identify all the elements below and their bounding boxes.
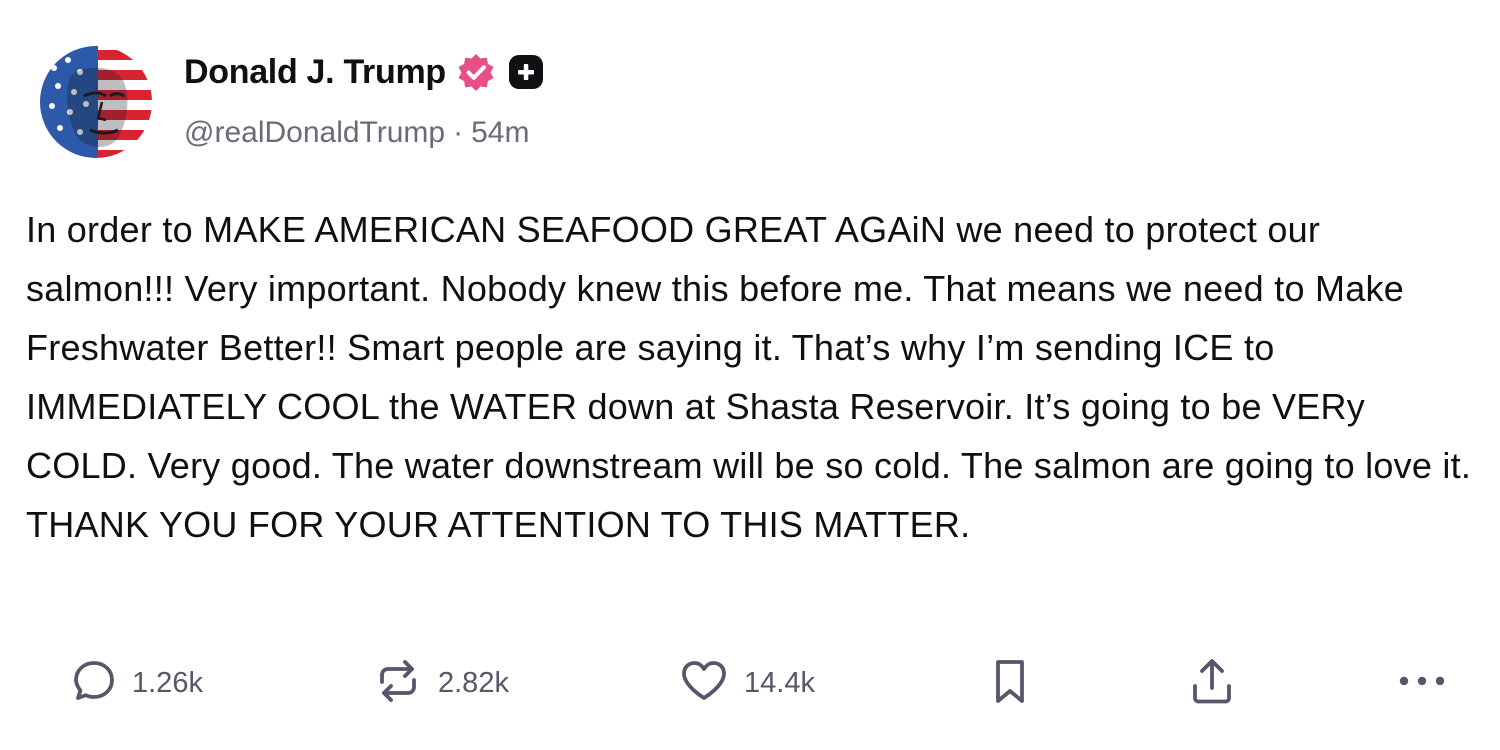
author-handle-row: @realDonaldTrump · 54m [184,116,529,150]
bookmark-button[interactable] [986,658,1034,708]
post-text: In order to MAKE AMERICAN SEAFOOD GREAT … [26,209,1472,545]
retruth-button[interactable]: 2.82k [372,658,509,708]
author-handle[interactable]: @realDonaldTrump [184,116,445,149]
flag-portrait-avatar [40,46,152,158]
reply-button[interactable]: 1.26k [70,658,203,708]
heart-icon [678,655,730,712]
bookmark-icon [986,655,1034,712]
reply-count: 1.26k [132,666,203,699]
retruth-count: 2.82k [438,666,509,699]
author-display-name[interactable]: Donald J. Trump [184,53,446,92]
verified-badge-icon [456,52,496,92]
like-count: 14.4k [744,666,815,699]
post-card: Donald J. Trump @realDonaldTrump · 54m In … [0,0,1500,750]
like-button[interactable]: 14.4k [678,658,815,708]
author-avatar[interactable] [40,46,152,158]
more-icon [1394,671,1450,696]
share-button[interactable] [1186,658,1238,708]
author-name-row: Donald J. Trump [184,50,546,94]
post-timestamp[interactable]: 54m [471,116,529,149]
post-actions-bar: 1.26k 2.82k 14.4k [0,650,1500,720]
retruth-icon [372,655,424,712]
meta-separator: · [453,116,464,149]
more-options-button[interactable] [1394,658,1450,708]
plus-badge-icon [506,52,546,92]
share-icon [1186,654,1238,713]
reply-icon [70,657,118,710]
